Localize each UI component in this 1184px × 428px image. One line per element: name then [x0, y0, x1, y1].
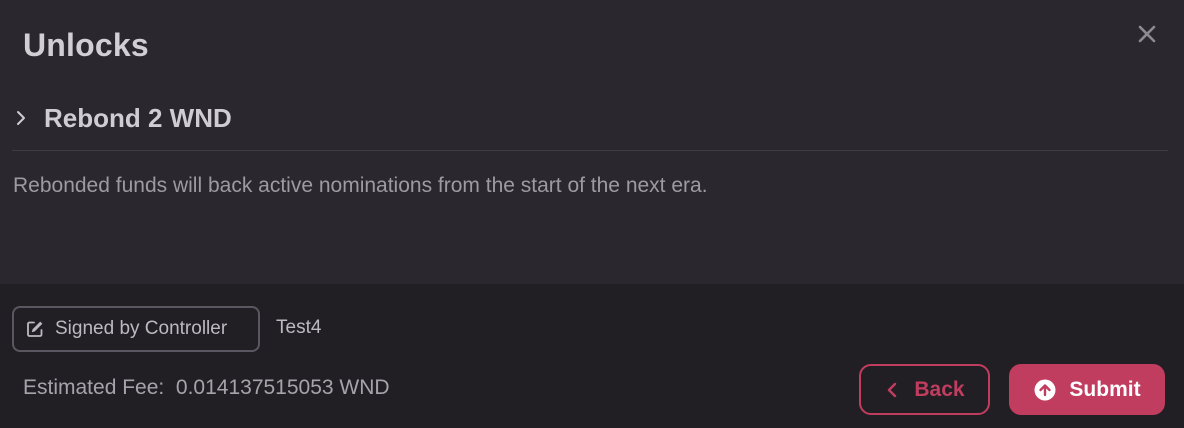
chevron-right-icon	[17, 111, 25, 125]
rebond-toggle[interactable]: Rebond 2 WND	[12, 96, 232, 140]
submit-button-label: Submit	[1069, 377, 1141, 401]
modal-title: Unlocks	[23, 27, 149, 63]
signer-badge-label: Signed by Controller	[55, 318, 228, 339]
close-icon	[1138, 25, 1156, 43]
fee-value: 0.014137515053 WND	[175, 376, 390, 399]
edit-icon	[27, 321, 43, 337]
chevron-left-icon	[888, 382, 897, 397]
modal-body: Unlocks Rebond 2 WND Rebonded funds will…	[0, 0, 1184, 284]
close-button[interactable]	[1133, 20, 1161, 48]
modal-footer: Signed by Controller Test4 Estimated Fee…	[0, 284, 1184, 428]
estimated-fee: Estimated Fee: 0.014137515053 WND	[23, 376, 390, 400]
account-name: Test4	[276, 317, 322, 338]
fee-label: Estimated Fee:	[23, 376, 165, 399]
arrow-up-circle-icon	[1034, 379, 1056, 400]
unlocks-modal: Unlocks Rebond 2 WND Rebonded funds will…	[0, 0, 1184, 428]
back-button[interactable]: Back	[859, 364, 990, 415]
rebond-description: Rebonded funds will back active nominati…	[13, 174, 708, 197]
rebond-label: Rebond 2 WND	[44, 102, 232, 133]
signer-badge: Signed by Controller	[12, 306, 260, 352]
divider	[12, 150, 1168, 151]
back-button-label: Back	[914, 377, 965, 401]
submit-button[interactable]: Submit	[1009, 364, 1165, 415]
